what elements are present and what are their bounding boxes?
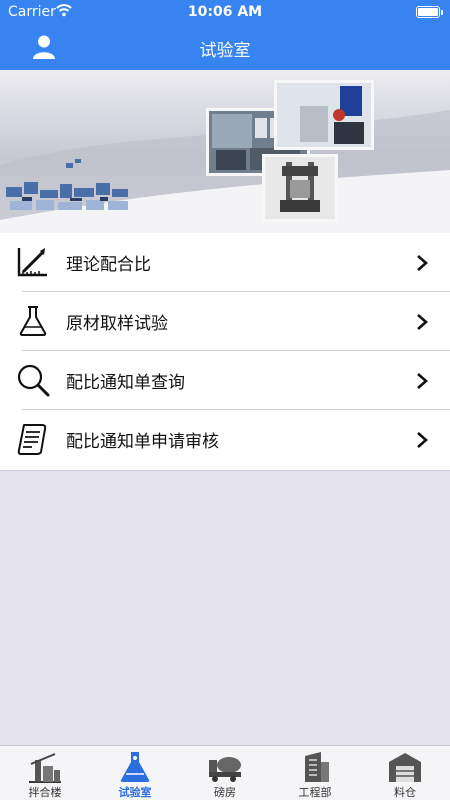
- chevron-right-icon: [417, 255, 428, 271]
- tab-label: 磅房: [214, 786, 236, 799]
- lab-banner-image: [0, 70, 450, 233]
- tab-label: 拌合楼: [28, 786, 62, 799]
- status-time: 10:06 AM: [187, 4, 263, 20]
- nav-bar: 试验室: [0, 28, 450, 68]
- menu-item-mix-notice-approval[interactable]: 配比通知单申请审核: [0, 410, 450, 469]
- ruler-pen-icon: [17, 248, 47, 277]
- page-title: 试验室: [199, 41, 251, 61]
- document-review-icon: [17, 424, 47, 455]
- menu-item-label: 原材取样试验: [66, 314, 168, 334]
- menu-item-label: 配比通知单申请审核: [66, 432, 219, 452]
- warehouse-icon: [389, 753, 421, 782]
- lab-flask-icon: [120, 752, 150, 782]
- tab-mixing-plant[interactable]: 拌合楼: [0, 746, 90, 800]
- chevron-right-icon: [417, 432, 428, 448]
- tab-storage-bin[interactable]: 料仓: [360, 746, 450, 800]
- bottom-tab-bar: 拌合楼 试验室 磅房 工程部 料仓: [0, 745, 450, 800]
- chevron-right-icon: [417, 373, 428, 389]
- app-header: Carrier 10:06 AM 试验室: [0, 0, 450, 70]
- flask-icon: [19, 306, 47, 336]
- chevron-right-icon: [417, 314, 428, 330]
- menu-item-theory-mix-ratio[interactable]: 理论配合比: [0, 233, 450, 292]
- menu-item-material-sampling[interactable]: 原材取样试验: [0, 292, 450, 351]
- mixing-plant-icon: [29, 753, 61, 783]
- building-icon: [305, 752, 329, 782]
- battery-icon: [416, 6, 443, 18]
- search-icon: [17, 364, 50, 397]
- tab-label: 工程部: [298, 786, 332, 799]
- tab-label: 试验室: [118, 786, 152, 799]
- lab-menu-list: 理论配合比 原材取样试验 配比通知单查询 配比通知单申请审核: [0, 233, 450, 471]
- lab-photo-collage: [0, 70, 450, 233]
- menu-item-label: 配比通知单查询: [66, 373, 185, 393]
- status-bar: Carrier 10:06 AM: [0, 0, 450, 24]
- tab-laboratory[interactable]: 试验室: [90, 746, 180, 800]
- menu-item-label: 理论配合比: [66, 255, 151, 275]
- truck-scale-icon: [209, 757, 241, 782]
- tab-label: 料仓: [394, 786, 416, 799]
- tab-weighbridge[interactable]: 磅房: [180, 746, 270, 800]
- menu-item-mix-notice-query[interactable]: 配比通知单查询: [0, 351, 450, 410]
- tab-engineering[interactable]: 工程部: [270, 746, 360, 800]
